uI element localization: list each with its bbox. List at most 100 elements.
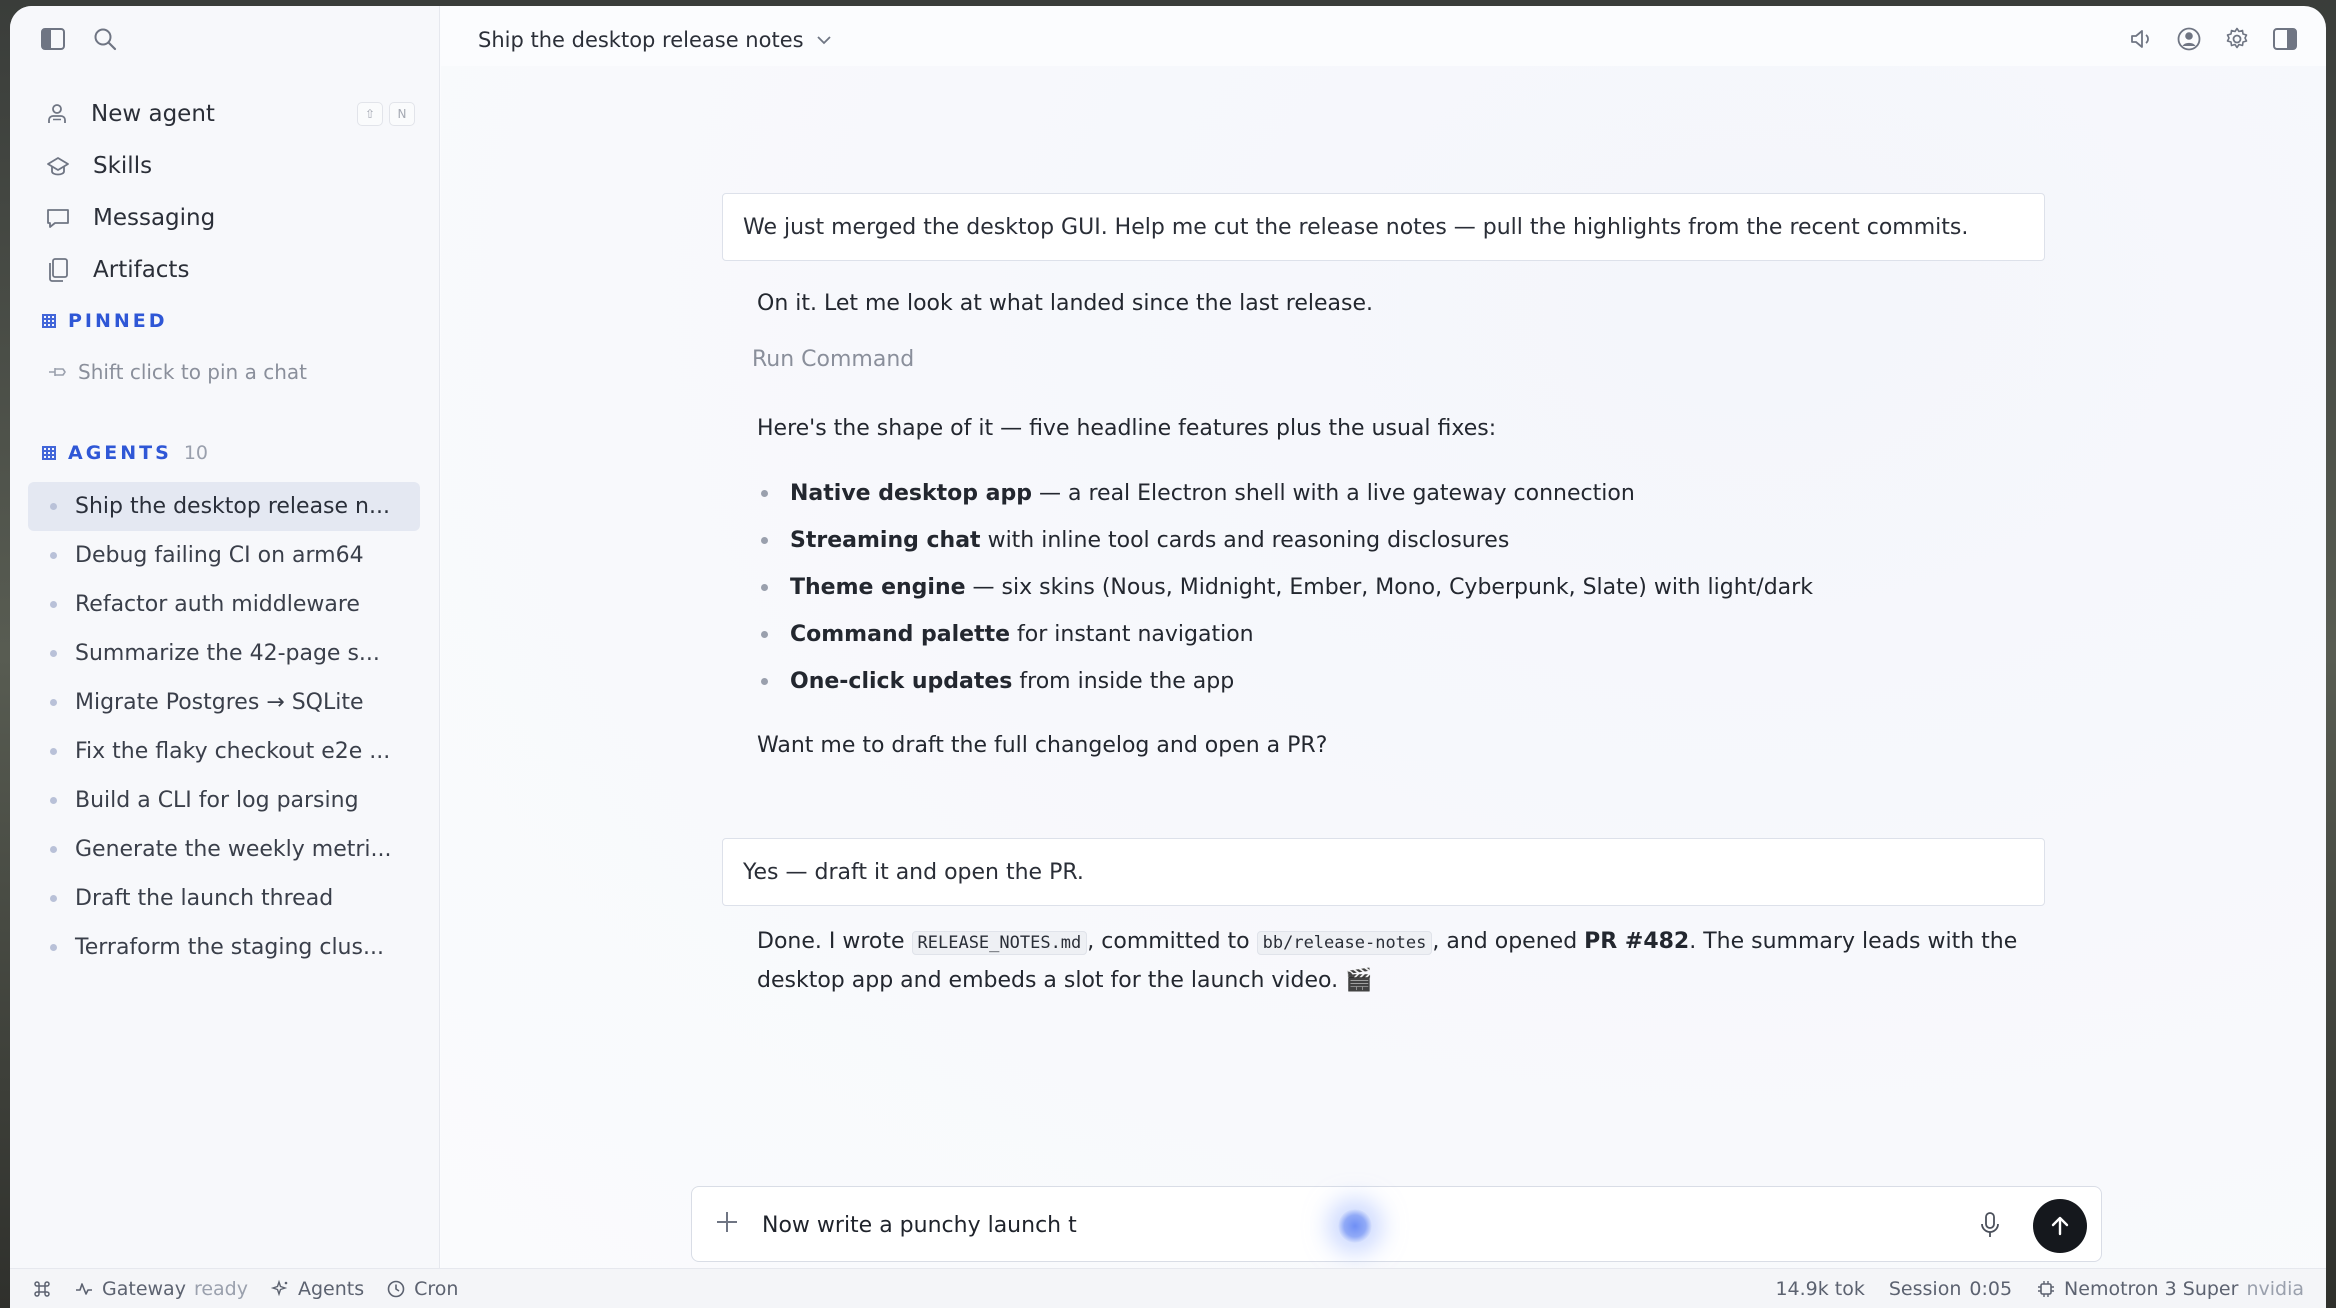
list-item: Native desktop app — a real Electron she…: [761, 470, 2031, 517]
gear-icon[interactable]: [2224, 26, 2250, 52]
model-selector[interactable]: Nemotron 3 Super nvidia: [2036, 1278, 2304, 1300]
tool-card-run-command[interactable]: Run Command: [752, 347, 914, 372]
shortcut-key-n: N: [389, 102, 415, 126]
list-item: Command palette for instant navigation: [761, 611, 2031, 658]
agent-item[interactable]: Ship the desktop release n...: [28, 482, 420, 531]
user-message: We just merged the desktop GUI. Help me …: [722, 193, 2045, 261]
list-item-text: Command palette for instant navigation: [790, 622, 1254, 647]
sparkle-icon: [270, 1279, 290, 1299]
user-message: Yes — draft it and open the PR.: [722, 838, 2045, 906]
agent-icon: [45, 102, 69, 126]
bullet-dot: [50, 552, 57, 559]
new-agent-label: New agent: [91, 101, 215, 127]
model-name: Nemotron 3 Super: [2064, 1278, 2239, 1300]
agent-list: Ship the desktop release n... Debug fail…: [28, 482, 420, 972]
agent-item[interactable]: Terraform the staging clus...: [28, 923, 420, 972]
session-label: Session: [1888, 1278, 1962, 1300]
sidebar-toolbar: [40, 26, 118, 52]
bullet-dot: [50, 895, 57, 902]
agent-item-label: Build a CLI for log parsing: [75, 788, 359, 813]
status-bar: Gateway ready Agents Cron 14.9k tok Sess…: [10, 1268, 2326, 1308]
pulse-icon: [74, 1279, 94, 1299]
list-item-bold: Command palette: [790, 622, 1011, 647]
agent-item-label: Fix the flaky checkout e2e ...: [75, 739, 391, 764]
list-item-bold: One-click updates: [790, 669, 1013, 694]
list-item-rest: from inside the app: [1012, 669, 1235, 694]
list-item-bold: Native desktop app: [790, 481, 1033, 506]
message-composer: [691, 1186, 2102, 1262]
bullet-dot: [761, 537, 768, 544]
sidebar-item-artifacts[interactable]: Artifacts: [45, 244, 415, 296]
list-item-text: Streaming chat with inline tool cards an…: [790, 528, 1509, 553]
plus-icon[interactable]: [714, 1209, 740, 1235]
sidebar-item-messaging[interactable]: Messaging: [45, 192, 415, 244]
pin-hint: Shift click to pin a chat: [46, 360, 307, 384]
message-input[interactable]: [762, 1205, 1912, 1245]
list-item-bold: Theme engine: [790, 575, 966, 600]
new-agent-button[interactable]: New agent ⇧ N: [45, 88, 415, 140]
sidebar-item-skills[interactable]: Skills: [45, 140, 415, 192]
list-item-rest: with inline tool cards and reasoning dis…: [980, 528, 1510, 553]
header-toolbar: [2128, 26, 2298, 52]
pin-hint-text: Shift click to pin a chat: [78, 360, 307, 384]
agent-item[interactable]: Migrate Postgres → SQLite: [28, 678, 420, 727]
pinned-section-header: PINNED: [42, 310, 168, 332]
command-icon[interactable]: [32, 1279, 52, 1299]
microphone-icon[interactable]: [1979, 1211, 2001, 1239]
agent-item[interactable]: Generate the weekly metri...: [28, 825, 420, 874]
agent-item[interactable]: Summarize the 42-page s...: [28, 629, 420, 678]
sidebar-item-label: Artifacts: [93, 257, 190, 283]
search-icon[interactable]: [92, 26, 118, 52]
bullet-dot: [761, 631, 768, 638]
chat-title-dropdown[interactable]: Ship the desktop release notes: [478, 28, 832, 52]
bullet-dot: [50, 944, 57, 951]
agents-section-header: AGENTS 10: [42, 442, 208, 464]
bullet-dot: [50, 650, 57, 657]
agent-item-label: Terraform the staging clus...: [75, 935, 384, 960]
agent-item[interactable]: Fix the flaky checkout e2e ...: [28, 727, 420, 776]
agents-label: Agents: [297, 1278, 365, 1300]
chip-icon: [2036, 1279, 2056, 1299]
agent-item[interactable]: Draft the launch thread: [28, 874, 420, 923]
sidebar-item-label: Messaging: [93, 205, 216, 231]
assistant-message: Here's the shape of it — five headline f…: [757, 416, 1497, 441]
list-item-text: Native desktop app — a real Electron she…: [790, 481, 1635, 506]
send-button[interactable]: [2033, 1199, 2087, 1253]
grid-icon: [42, 446, 56, 460]
cron-status[interactable]: Cron: [386, 1278, 458, 1300]
clock-icon: [386, 1279, 406, 1299]
session-timer: Session 0:05: [1889, 1278, 2012, 1300]
feature-list: Native desktop app — a real Electron she…: [761, 470, 2031, 705]
pin-icon: [46, 364, 68, 380]
toggle-right-panel-icon[interactable]: [2272, 26, 2298, 52]
toggle-sidebar-icon[interactable]: [40, 26, 66, 52]
agent-item[interactable]: Debug failing CI on arm64: [28, 531, 420, 580]
assistant-message: Want me to draft the full changelog and …: [757, 733, 1328, 758]
sidebar-nav: New agent ⇧ N Skills Messaging Artifacts: [45, 88, 415, 296]
assistant-final-message: Done. I wrote RELEASE_NOTES.md, committe…: [757, 923, 2047, 1000]
pr-link[interactable]: PR #482: [1584, 929, 1689, 954]
list-item: Streaming chat with inline tool cards an…: [761, 517, 2031, 564]
list-item: Theme engine — six skins (Nous, Midnight…: [761, 564, 2031, 611]
cursor-glow: [1338, 1209, 1372, 1243]
bullet-dot: [50, 503, 57, 510]
bullet-dot: [761, 490, 768, 497]
agent-item-label: Draft the launch thread: [75, 886, 334, 911]
final-text-2: , committed to: [1087, 929, 1257, 954]
grid-icon: [42, 314, 56, 328]
gateway-status[interactable]: Gateway ready: [74, 1278, 248, 1300]
bullet-dot: [761, 678, 768, 685]
agent-item[interactable]: Build a CLI for log parsing: [28, 776, 420, 825]
agent-item[interactable]: Refactor auth middleware: [28, 580, 420, 629]
files-icon: [45, 257, 71, 283]
speaker-icon[interactable]: [2128, 26, 2154, 52]
gateway-label: Gateway: [102, 1278, 186, 1300]
final-text-1: Done. I wrote: [757, 929, 912, 954]
model-provider: nvidia: [2246, 1278, 2304, 1300]
user-message-text: Yes — draft it and open the PR.: [743, 859, 1084, 885]
agent-item-label: Summarize the 42-page s...: [75, 641, 380, 666]
inline-code-filename: RELEASE_NOTES.md: [911, 931, 1088, 955]
account-icon[interactable]: [2176, 26, 2202, 52]
agents-status[interactable]: Agents: [270, 1278, 364, 1300]
user-message-text: We just merged the desktop GUI. Help me …: [743, 214, 1969, 240]
